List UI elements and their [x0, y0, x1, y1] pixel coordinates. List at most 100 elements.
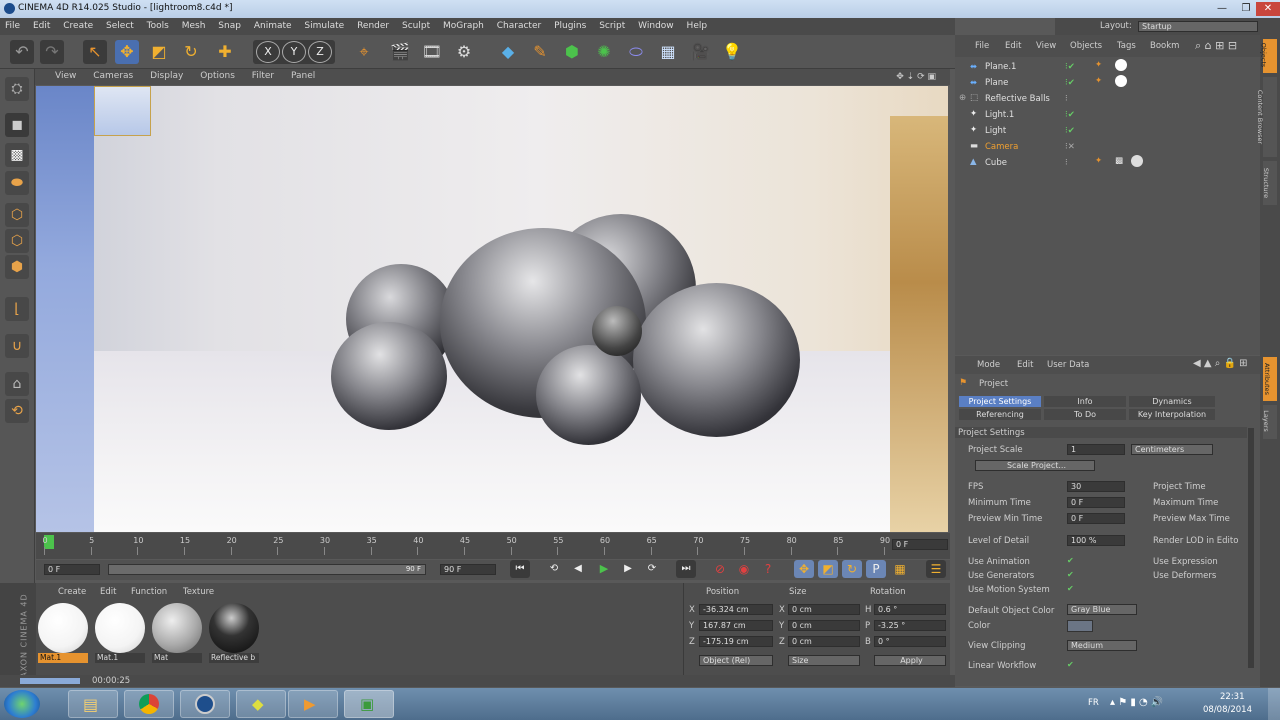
menu-mograph[interactable]: MoGraph	[438, 18, 489, 31]
make-editable-icon[interactable]: ⛭	[5, 77, 29, 101]
nurbs-icon[interactable]: ⬢	[560, 40, 584, 64]
light-icon[interactable]: 💡	[720, 40, 744, 64]
next-key-icon[interactable]: ⟳	[642, 560, 662, 578]
visibility-dots-icon[interactable]: ⁝	[1065, 158, 1068, 168]
coordinate-mode-dropdown[interactable]: Object (Rel)	[699, 655, 773, 666]
object-row-cube[interactable]: ▲ Cube ⁝ ✦ ▩	[955, 155, 1260, 171]
show-desktop-button[interactable]	[1268, 688, 1280, 720]
viewport-navigation-icons[interactable]: ✥ ⇣ ⟳ ▣	[888, 70, 942, 82]
object-row-plane[interactable]: ⬌ Plane ⁝✔ ✦	[955, 75, 1260, 91]
minimum-time-field[interactable]: 0 F	[1067, 497, 1125, 508]
menu-help[interactable]: Help	[682, 18, 713, 31]
viewport-menu-filter[interactable]: Filter	[244, 69, 280, 81]
layout-dropdown[interactable]: Startup	[1138, 21, 1258, 32]
visibility-check-icon[interactable]: ⁝✔	[1065, 78, 1075, 88]
om-menu-bookmarks[interactable]: Bookm	[1150, 41, 1179, 51]
size-mode-dropdown[interactable]: Size	[788, 655, 860, 666]
menu-character[interactable]: Character	[492, 18, 546, 31]
previous-key-icon[interactable]: ⟲	[544, 560, 564, 578]
menu-plugins[interactable]: Plugins	[549, 18, 591, 31]
maximize-button[interactable]: ❐	[1234, 2, 1258, 16]
size-x-field[interactable]: 0 cm	[788, 604, 860, 615]
object-row-reflective-balls[interactable]: ⊕ ⬚ Reflective Balls ⁝	[955, 91, 1260, 107]
tab-referencing[interactable]: Referencing	[959, 409, 1041, 420]
tab-info[interactable]: Info	[1044, 396, 1126, 407]
checker-tag-icon[interactable]: ▩	[1115, 156, 1123, 166]
start-frame-field[interactable]: 0 F	[44, 564, 100, 575]
dock-tab-structure[interactable]: Structure	[1262, 161, 1277, 205]
keyframe-selection-icon[interactable]: ?	[758, 560, 778, 578]
use-generators-checkbox[interactable]: ✔	[1067, 570, 1075, 579]
fps-field[interactable]: 30	[1067, 481, 1125, 492]
deformer-icon[interactable]: ⬭	[624, 40, 648, 64]
object-row-plane1[interactable]: ⬌ Plane.1 ⁝✔ ✦	[955, 59, 1260, 75]
viewport-3d[interactable]	[36, 86, 948, 532]
world-coordinate-icon[interactable]: ⌖	[352, 40, 376, 64]
object-row-light[interactable]: ✦ Light ⁝✔	[955, 123, 1260, 139]
size-z-field[interactable]: 0 cm	[788, 636, 860, 647]
move-tool-icon[interactable]: ✥	[115, 40, 139, 64]
language-indicator[interactable]: FR	[1088, 698, 1099, 708]
menu-window[interactable]: Window	[633, 18, 679, 31]
cube-primitive-icon[interactable]: ◆	[496, 40, 520, 64]
workplane-icon[interactable]: ⬬	[5, 171, 29, 195]
clock-date[interactable]: 08/08/2014	[1203, 705, 1252, 715]
position-y-field[interactable]: 167.87 cm	[699, 620, 773, 631]
tab-to-do[interactable]: To Do	[1044, 409, 1126, 420]
record-scale-icon[interactable]: ◩	[818, 560, 838, 578]
om-menu-objects[interactable]: Objects	[1070, 41, 1102, 51]
render-picture-viewer-icon[interactable]: 🎞	[420, 40, 444, 64]
material-menu-texture[interactable]: Texture	[183, 587, 214, 597]
spline-pen-icon[interactable]: ✎	[528, 40, 552, 64]
use-motion-system-checkbox[interactable]: ✔	[1067, 584, 1075, 593]
material-tag-icon[interactable]	[1131, 155, 1143, 167]
viewport-menu-cameras[interactable]: Cameras	[85, 69, 139, 81]
end-frame-field[interactable]: 90 F	[440, 564, 496, 575]
rotation-b-field[interactable]: 0 °	[874, 636, 946, 647]
om-search-icon[interactable]: ⌕ ⌂ ⊞ ⊟	[1195, 39, 1237, 53]
points-mode-icon[interactable]: ⬡	[5, 203, 29, 227]
viewport-menu-view[interactable]: View	[35, 69, 82, 81]
tray-icons[interactable]: ▴ ⚑ ▮ ◔ 🔊	[1110, 697, 1163, 708]
visibility-check-icon[interactable]: ⁝✔	[1065, 62, 1075, 72]
texture-mode-icon[interactable]: ▩	[5, 143, 29, 167]
am-menu-user-data[interactable]: User Data	[1047, 360, 1089, 370]
apply-button[interactable]: Apply	[874, 655, 946, 666]
y-axis-lock-icon[interactable]: Y	[282, 41, 306, 63]
taskbar-media-player-icon[interactable]: ▶	[288, 690, 338, 718]
visibility-dots-icon[interactable]: ⁝	[1065, 94, 1068, 104]
linear-workflow-checkbox[interactable]: ✔	[1067, 660, 1075, 669]
play-icon[interactable]: ▶	[594, 560, 614, 578]
scale-project-button[interactable]: Scale Project...	[975, 460, 1095, 471]
minimize-button[interactable]: —	[1210, 2, 1234, 16]
om-menu-tags[interactable]: Tags	[1117, 41, 1136, 51]
visibility-check-icon[interactable]: ⁝✔	[1065, 110, 1075, 120]
object-row-light1[interactable]: ✦ Light.1 ⁝✔	[955, 107, 1260, 123]
taskbar-chrome-icon[interactable]	[124, 690, 174, 718]
om-menu-edit[interactable]: Edit	[1005, 41, 1021, 51]
texture-tag-icon[interactable]: ✦	[1095, 60, 1102, 70]
object-row-camera[interactable]: ▬ Camera ⁝✕	[955, 139, 1260, 155]
taskbar-explorer-icon[interactable]: ▤	[68, 690, 118, 718]
axis-mode-icon[interactable]: ⌊	[5, 297, 29, 321]
redo-icon[interactable]: ↷	[40, 40, 64, 64]
material-swatch[interactable]: Mat.1	[94, 603, 146, 663]
menu-animate[interactable]: Animate	[249, 18, 297, 31]
material-menu-edit[interactable]: Edit	[100, 587, 116, 597]
z-axis-lock-icon[interactable]: Z	[308, 41, 332, 63]
texture-tag-icon[interactable]: ✦	[1095, 76, 1102, 86]
project-scale-field[interactable]: 1	[1067, 444, 1125, 455]
tab-key-interpolation[interactable]: Key Interpolation	[1129, 409, 1215, 420]
timeline-menu-icon[interactable]: ☰	[926, 560, 946, 578]
visibility-cross-icon[interactable]: ⁝✕	[1065, 142, 1075, 152]
start-button-icon[interactable]	[4, 690, 40, 718]
rotation-p-field[interactable]: -3.25 °	[874, 620, 946, 631]
am-menu-mode[interactable]: Mode	[977, 360, 1000, 370]
tab-dynamics[interactable]: Dynamics	[1129, 396, 1215, 407]
menu-tools[interactable]: Tools	[142, 18, 174, 31]
camera-icon[interactable]: 🎥	[688, 40, 712, 64]
select-arrow-icon[interactable]: ↖	[83, 40, 107, 64]
level-of-detail-field[interactable]: 100 %	[1067, 535, 1125, 546]
x-axis-lock-icon[interactable]: X	[256, 41, 280, 63]
am-nav-icons[interactable]: ◀ ▲ ⌕ 🔒 ⊞	[1193, 358, 1248, 369]
